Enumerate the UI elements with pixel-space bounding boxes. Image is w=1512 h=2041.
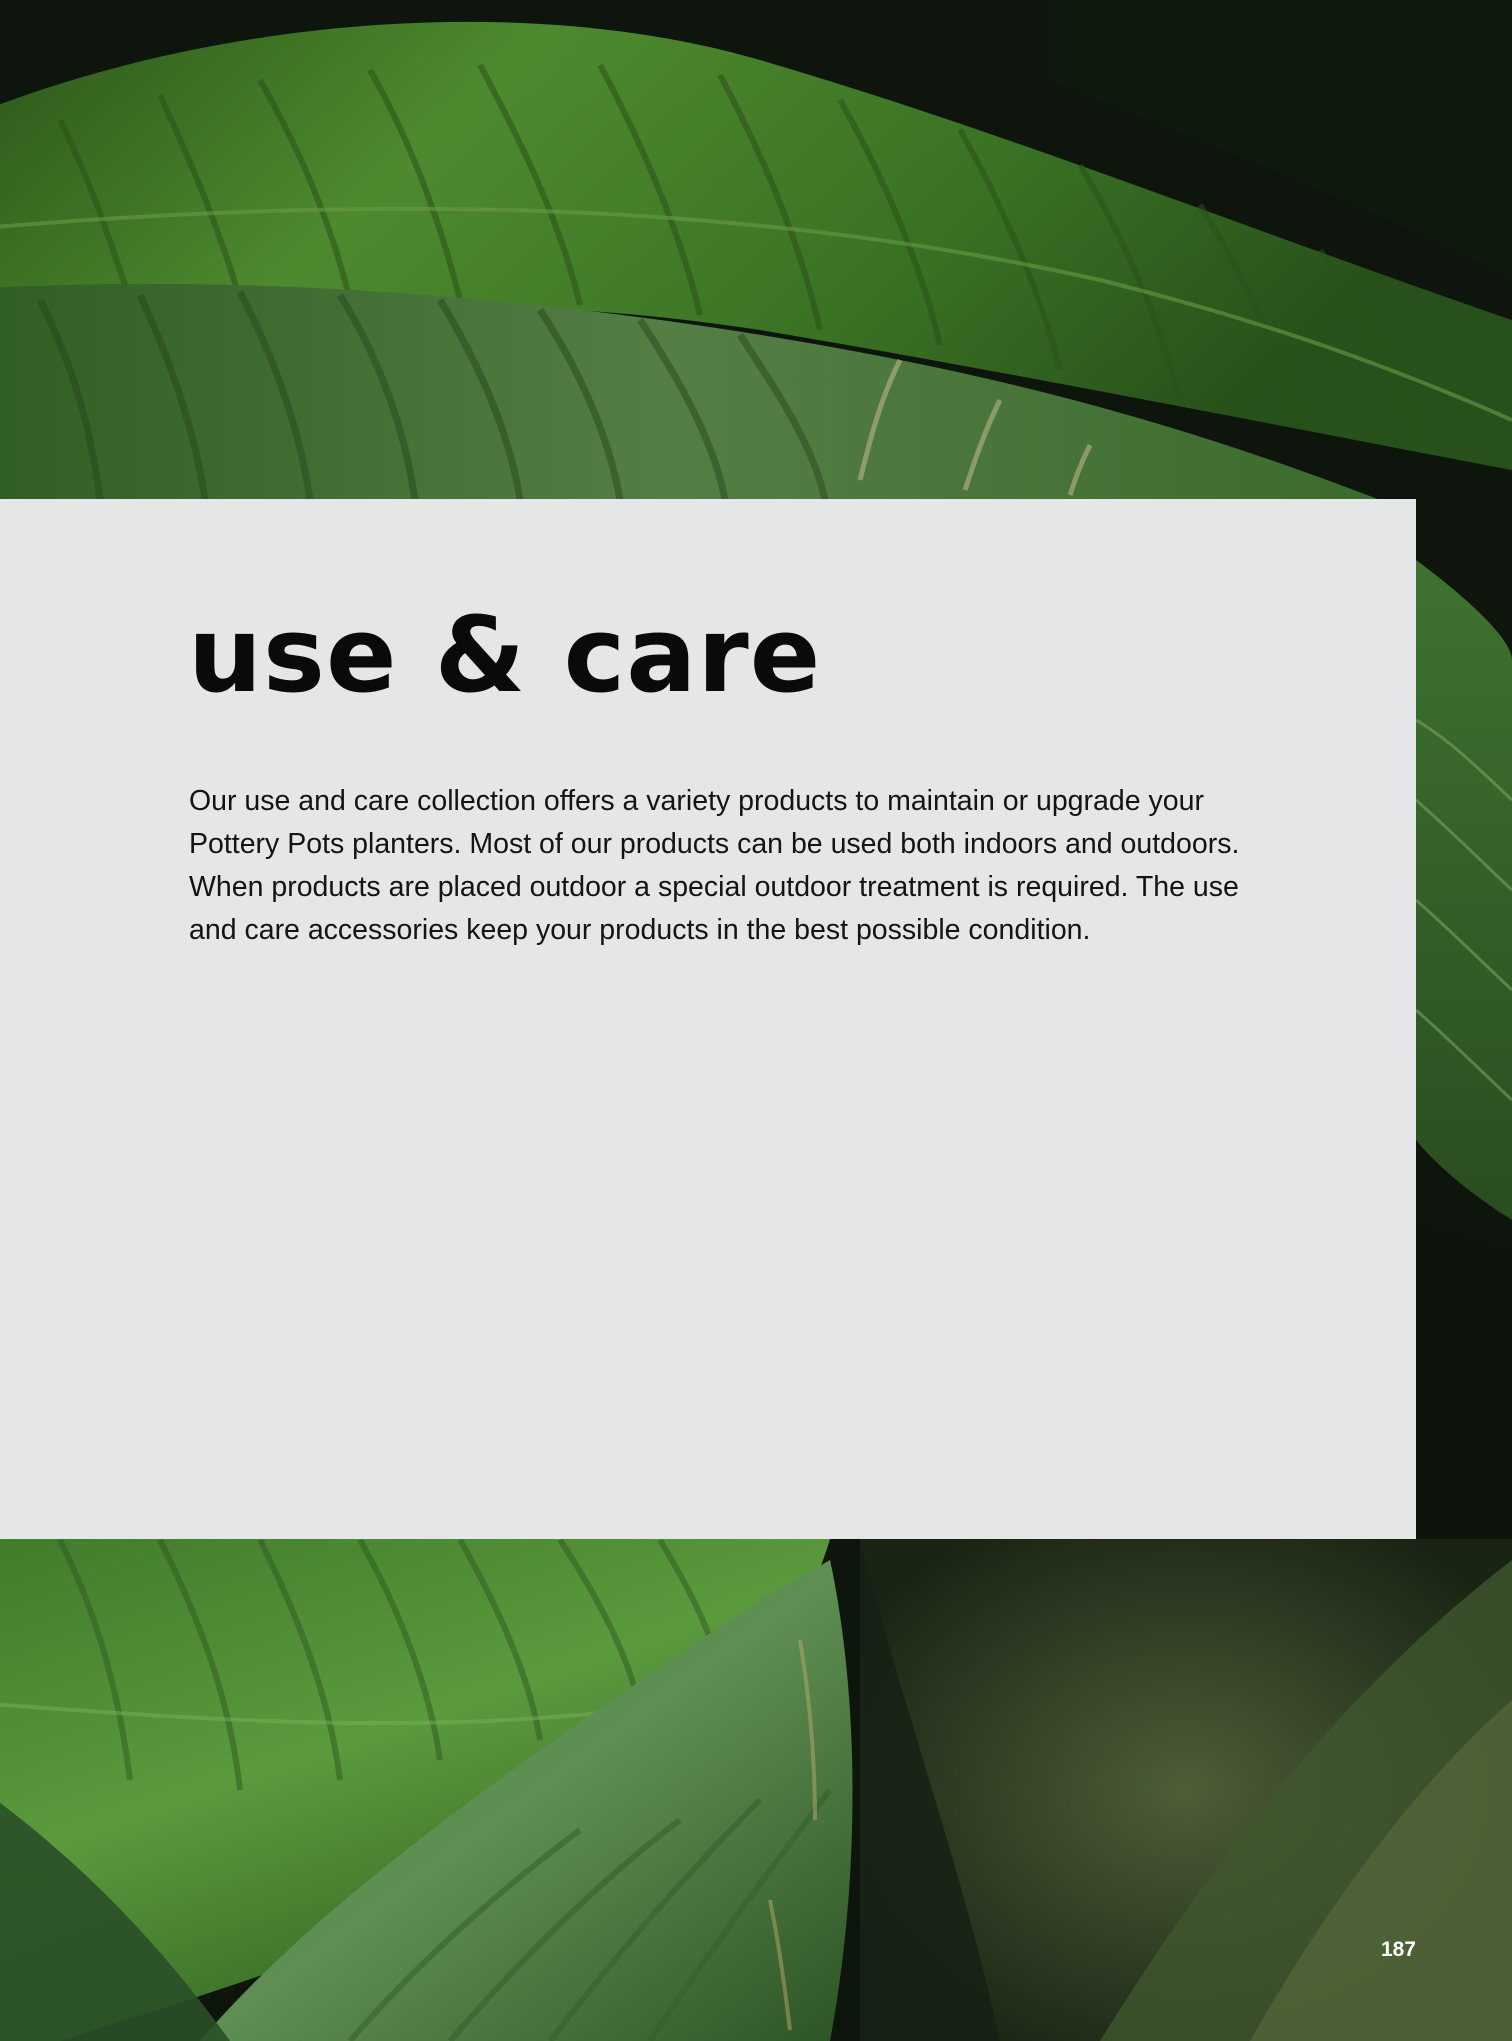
intro-paragraph: Our use and care collection offers a var… (189, 785, 1240, 946)
page-title: use & care (188, 594, 822, 716)
page-number: 187 (1380, 1938, 1416, 1961)
